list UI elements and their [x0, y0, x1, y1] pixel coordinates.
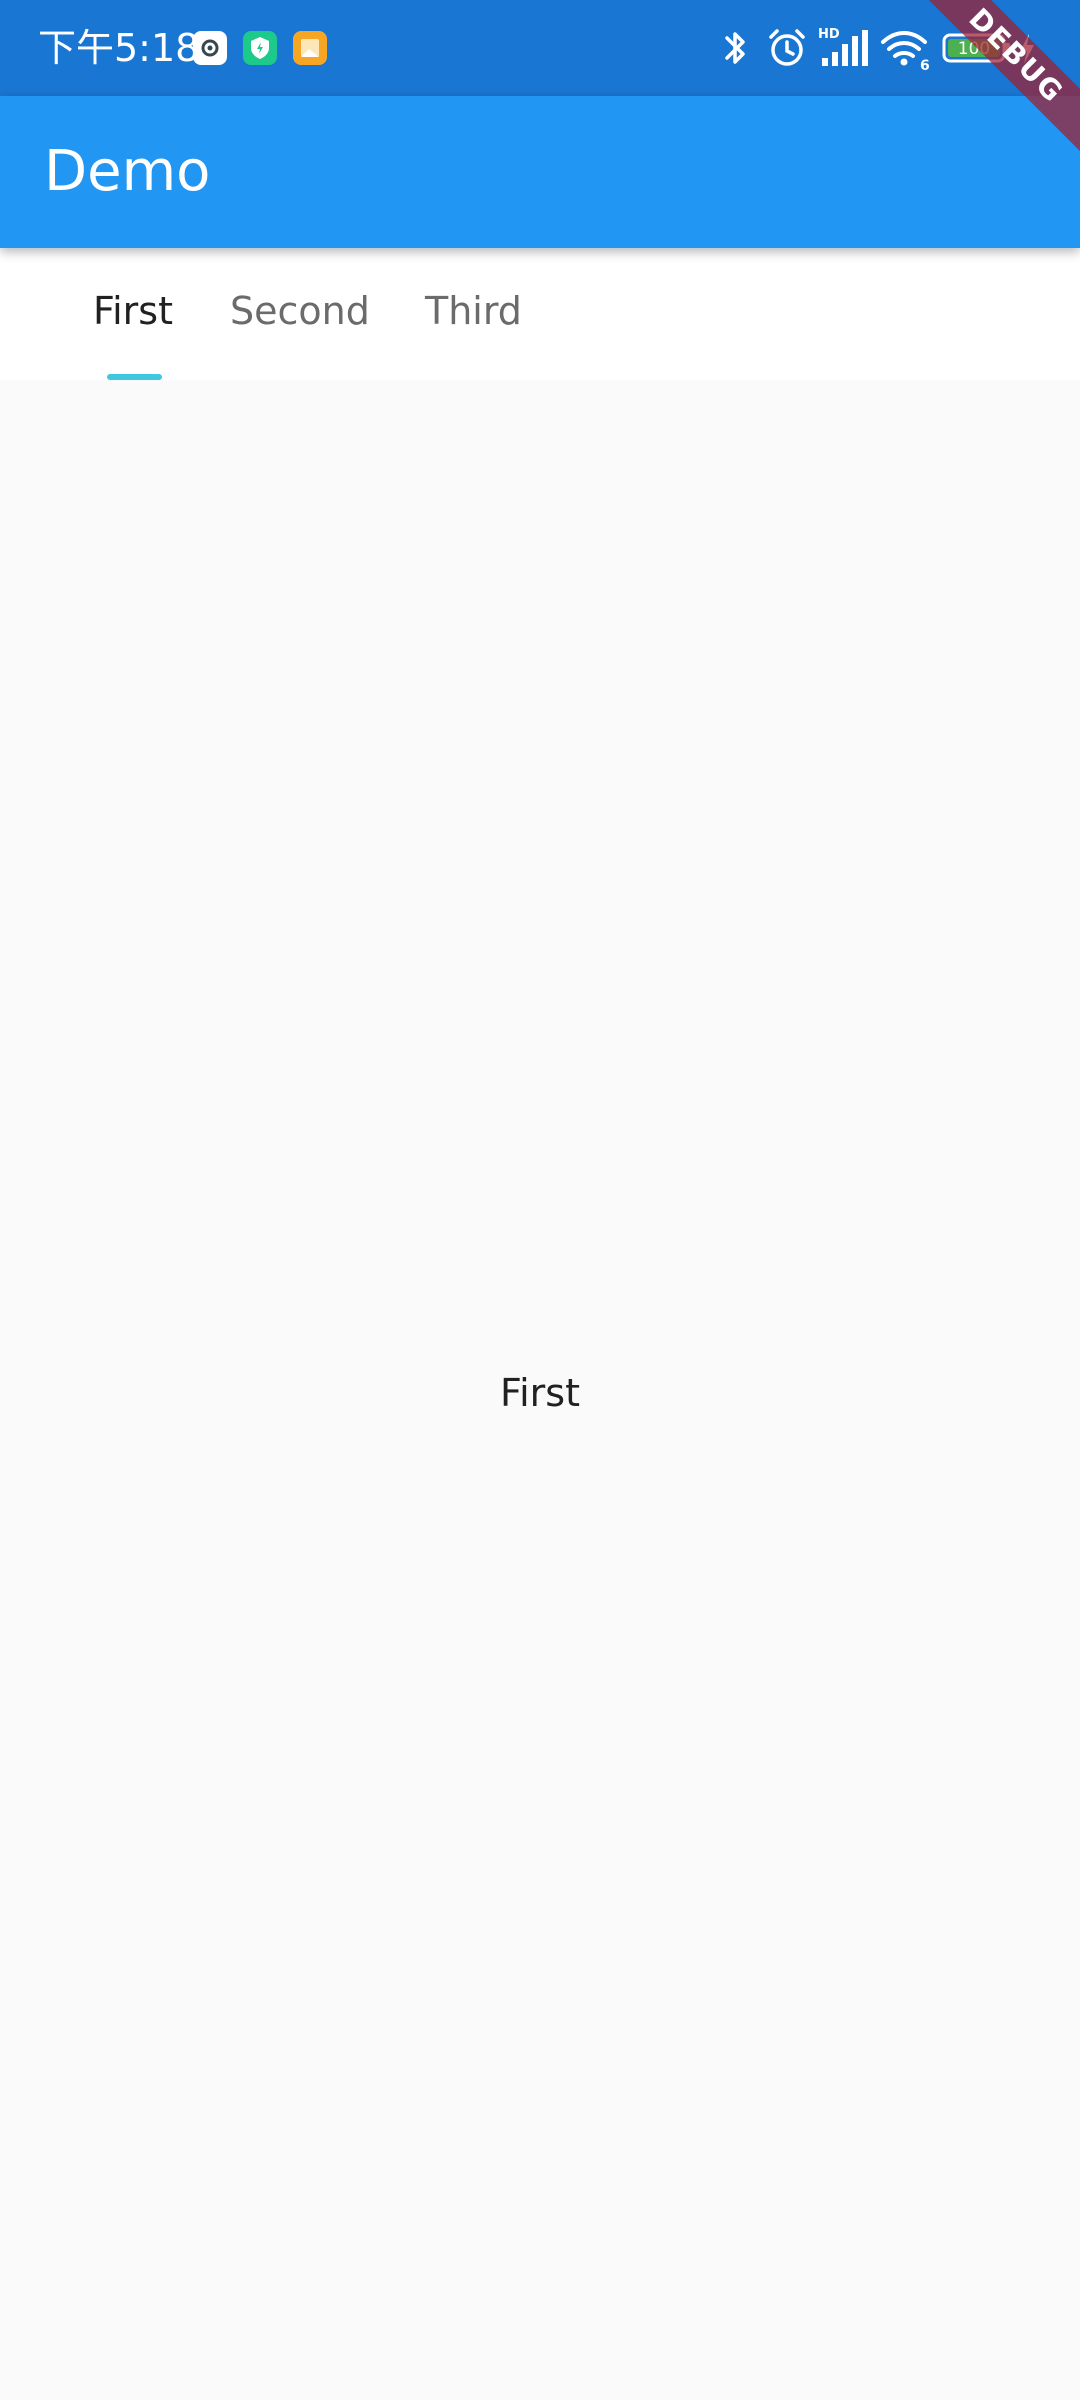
tab-second[interactable]: Second — [230, 284, 370, 338]
tab-content: First — [0, 380, 1080, 2400]
security-shield-icon — [243, 31, 277, 65]
tab-bar: First Second Third — [0, 248, 1080, 380]
tab-indicator — [107, 374, 162, 380]
cellular-signal-icon: HD — [818, 24, 868, 72]
app-title: Demo — [44, 139, 211, 204]
alarm-icon — [766, 24, 808, 72]
tab-first[interactable]: First — [93, 284, 173, 338]
wifi-badge: 6 — [920, 58, 930, 72]
wifi-icon: 6 — [880, 24, 932, 72]
content-label: First — [500, 1371, 580, 1415]
status-time: 下午5:18 — [38, 26, 200, 70]
bluetooth-icon — [722, 24, 748, 72]
app-bar: Demo — [0, 96, 1080, 248]
notes-app-icon — [293, 31, 327, 65]
app-screen: 下午5:18 HD 6 100 Demo First Second Third … — [0, 0, 1080, 2400]
signal-badge: HD — [818, 27, 840, 42]
status-bar: 下午5:18 HD 6 100 — [0, 0, 1080, 96]
settings-app-icon — [193, 31, 227, 65]
tab-third[interactable]: Third — [425, 284, 522, 338]
